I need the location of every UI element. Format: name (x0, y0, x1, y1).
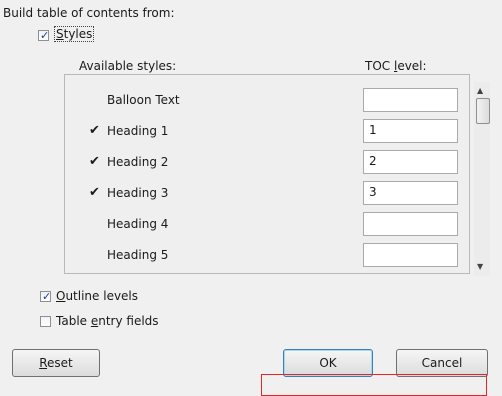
highlight-annotation (261, 374, 487, 396)
style-name: Heading 2 (107, 155, 169, 169)
style-name: Balloon Text (107, 93, 180, 107)
build-from-label: Build table of contents from: (3, 6, 175, 20)
toc-level-input[interactable]: 1 (363, 119, 458, 143)
check-icon: ✓ (42, 290, 52, 303)
toc-level-header: TOC level: (365, 59, 427, 73)
cancel-button[interactable]: Cancel (396, 349, 488, 377)
checkmark-icon: ✔ (89, 154, 100, 169)
style-row-heading-1[interactable]: ✔ Heading 1 1 (65, 119, 465, 147)
outline-levels-checkbox[interactable]: ✓ (40, 290, 52, 303)
table-entry-fields-label[interactable]: Table entry fields (56, 314, 159, 328)
style-row-heading-5[interactable]: Heading 5 (65, 243, 465, 271)
styles-checkbox[interactable]: ✓ (38, 29, 50, 42)
checkmark-icon: ✔ (89, 123, 100, 138)
toc-level-input[interactable] (363, 243, 458, 267)
check-icon: ✓ (40, 29, 50, 42)
toc-level-input[interactable] (363, 88, 458, 112)
style-name: Heading 1 (107, 124, 169, 138)
ok-button[interactable]: OK (283, 349, 373, 377)
reset-button[interactable]: Reset (12, 349, 100, 377)
style-row-heading-3[interactable]: ✔ Heading 3 3 (65, 181, 465, 209)
toc-level-input[interactable] (363, 212, 458, 236)
toc-level-input[interactable]: 2 (363, 150, 458, 174)
outline-levels-label[interactable]: Outline levels (56, 289, 138, 303)
scroll-down-icon[interactable]: ▼ (477, 262, 483, 271)
toc-level-input[interactable]: 3 (363, 181, 458, 205)
styles-scrollbar[interactable]: ▲ ▼ (474, 82, 490, 276)
style-name: Heading 3 (107, 186, 169, 200)
style-row-heading-4[interactable]: Heading 4 (65, 212, 465, 240)
styles-list[interactable]: Balloon Text ✔ Heading 1 1 ✔ Heading 2 2… (64, 74, 470, 274)
style-row-balloon-text[interactable]: Balloon Text (65, 88, 465, 116)
style-row-heading-2[interactable]: ✔ Heading 2 2 (65, 150, 465, 178)
available-styles-header: Available styles: (79, 59, 177, 73)
checkmark-icon: ✔ (89, 185, 100, 200)
style-name: Heading 5 (107, 248, 169, 262)
scroll-thumb[interactable] (476, 98, 490, 124)
styles-label[interactable]: Styles (54, 26, 95, 42)
table-entry-fields-checkbox[interactable]: ✓ (40, 316, 51, 327)
scroll-up-icon[interactable]: ▲ (477, 86, 483, 95)
style-name: Heading 4 (107, 217, 169, 231)
